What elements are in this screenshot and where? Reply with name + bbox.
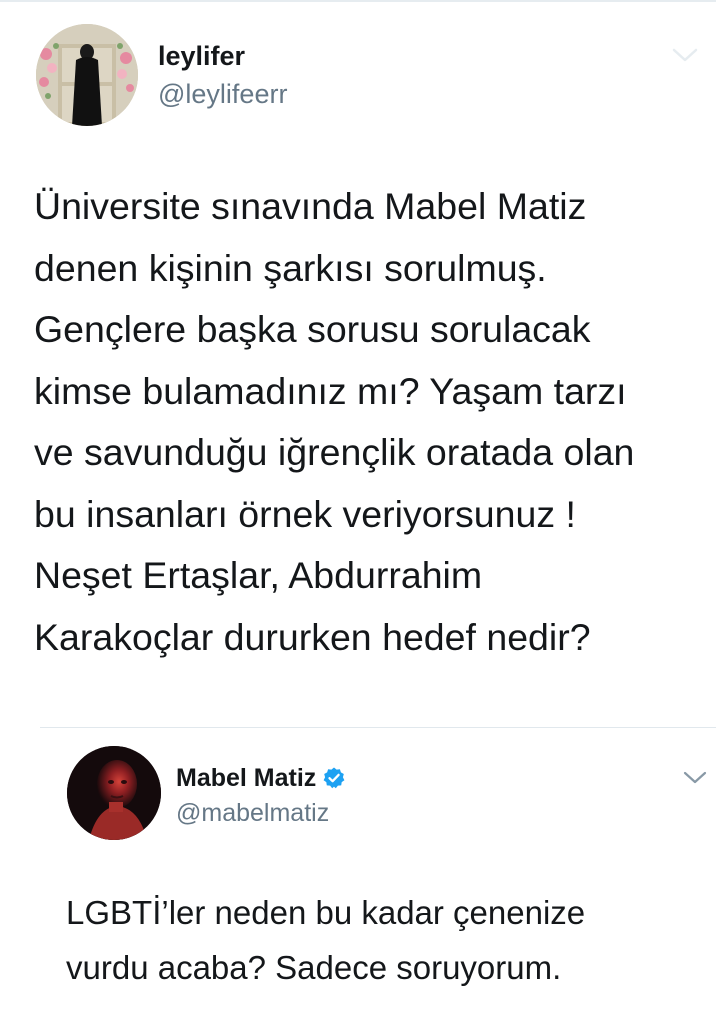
divider [40, 727, 716, 728]
chevron-down-icon[interactable] [682, 770, 708, 786]
quoted-tweet-text-line: vurdu acaba? Sadece soruyorum. [66, 949, 562, 986]
tweet-text: Üniversite sınavında Mabel Matiz denen k… [34, 176, 704, 668]
author-name[interactable]: leylifer [158, 40, 245, 72]
quoted-author-name[interactable]: Mabel Matiz [176, 763, 316, 793]
tweet-text-line: Karakoçlar dururken hedef nedir? [34, 615, 591, 658]
chevron-down-icon[interactable] [668, 44, 702, 66]
quoted-tweet-text-line: LGBTİ’ler neden bu kadar çenenize [66, 894, 586, 931]
quoted-author-name-row[interactable]: Mabel Matiz [176, 761, 346, 795]
author-handle[interactable]: @leylifeerr [158, 78, 287, 110]
tweet-text-line: ve savunduğu iğrençlik oratada olan [34, 431, 635, 473]
tweet-text-line: bu insanları örnek veriyorsunuz ! [34, 492, 576, 535]
quoted-author-handle[interactable]: @mabelmatiz [176, 798, 329, 828]
top-border [0, 0, 716, 2]
tweet-text-line: Neşet Ertaşlar, Abdurrahim [34, 554, 483, 596]
tweet-text-line: Üniversite sınavında Mabel Matiz [34, 185, 587, 227]
tweet-text-line: Gençlere başka sorusu sorulacak [34, 308, 591, 350]
quoted-tweet-text: LGBTİ’ler neden bu kadar çenenize vurdu … [66, 885, 706, 995]
avatar[interactable] [36, 24, 138, 126]
tweet-text-line: kimse bulamadınız mı? Yaşam tarzı [34, 369, 627, 412]
tweet-text-line: denen kişinin şarkısı sorulmuş. [34, 246, 547, 289]
verified-badge-icon [323, 767, 345, 789]
quoted-avatar[interactable] [67, 746, 161, 840]
